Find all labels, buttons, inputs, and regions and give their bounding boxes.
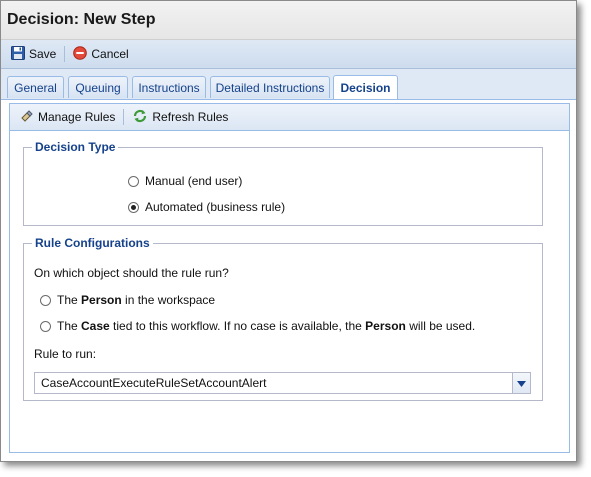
main-toolbar: Save Cancel xyxy=(1,40,576,69)
toolbar-separator xyxy=(64,46,66,62)
rule-configurations-legend: Rule Configurations xyxy=(35,236,150,250)
manage-rules-icon xyxy=(20,109,38,126)
tab-detailed-instructions[interactable]: Detailed Instructions xyxy=(210,76,330,98)
radio-automated-label: Automated (business rule) xyxy=(145,200,286,214)
save-label: Save xyxy=(29,47,57,61)
radio-person-label: The Person in the workspace xyxy=(57,293,216,307)
decision-panel: Manage Rules Refresh Rules Decision Type xyxy=(9,103,570,453)
tab-general[interactable]: General xyxy=(7,76,64,98)
tab-queuing[interactable]: Queuing xyxy=(68,76,128,98)
refresh-icon xyxy=(132,108,152,127)
cancel-icon xyxy=(73,45,91,63)
rule-select-trigger[interactable] xyxy=(512,373,530,393)
radio-manual-circle[interactable] xyxy=(128,175,139,187)
tab-instructions[interactable]: Instructions xyxy=(132,76,206,98)
rule-select[interactable]: CaseAccountExecuteRuleSetAccountAlert xyxy=(34,372,531,394)
radio-case[interactable]: The Case tied to this workflow. If no ca… xyxy=(40,319,475,333)
rules-toolbar-separator xyxy=(123,109,125,125)
cancel-label: Cancel xyxy=(91,47,129,61)
cancel-button[interactable]: Cancel xyxy=(69,43,132,65)
decision-type-group: Decision Type Manual (end user) Automate… xyxy=(23,140,543,226)
floppy-disk-icon xyxy=(11,45,29,63)
radio-automated[interactable]: Automated (business rule) xyxy=(128,200,285,214)
radio-person-circle[interactable] xyxy=(40,294,51,306)
tab-decision[interactable]: Decision xyxy=(333,75,398,99)
radio-manual[interactable]: Manual (end user) xyxy=(128,174,242,188)
refresh-rules-label: Refresh Rules xyxy=(152,110,229,124)
tab-strip: General Queuing Instructions Detailed In… xyxy=(1,69,576,100)
refresh-rules-button[interactable]: Refresh Rules xyxy=(128,106,232,128)
manage-rules-label: Manage Rules xyxy=(38,110,116,124)
dialog-window: Decision: New Step Save Cancel General Q… xyxy=(0,0,577,462)
chevron-down-icon xyxy=(517,376,526,390)
radio-person[interactable]: The Person in the workspace xyxy=(40,293,215,307)
rule-to-run-label: Rule to run: xyxy=(34,347,97,361)
title-bar: Decision: New Step xyxy=(1,1,576,40)
rule-select-value: CaseAccountExecuteRuleSetAccountAlert xyxy=(41,376,267,390)
radio-case-circle[interactable] xyxy=(40,320,51,332)
rule-configurations-group: Rule Configurations On which object shou… xyxy=(23,236,543,401)
dialog-title: Decision: New Step xyxy=(7,11,156,28)
radio-case-label: The Case tied to this workflow. If no ca… xyxy=(57,319,476,333)
manage-rules-button[interactable]: Manage Rules xyxy=(16,106,119,128)
decision-type-legend: Decision Type xyxy=(35,140,116,154)
rule-object-question: On which object should the rule run? xyxy=(34,266,229,280)
radio-manual-label: Manual (end user) xyxy=(145,174,243,188)
rules-toolbar: Manage Rules Refresh Rules xyxy=(10,104,569,131)
radio-automated-circle[interactable] xyxy=(128,201,139,213)
save-button[interactable]: Save xyxy=(7,43,60,65)
